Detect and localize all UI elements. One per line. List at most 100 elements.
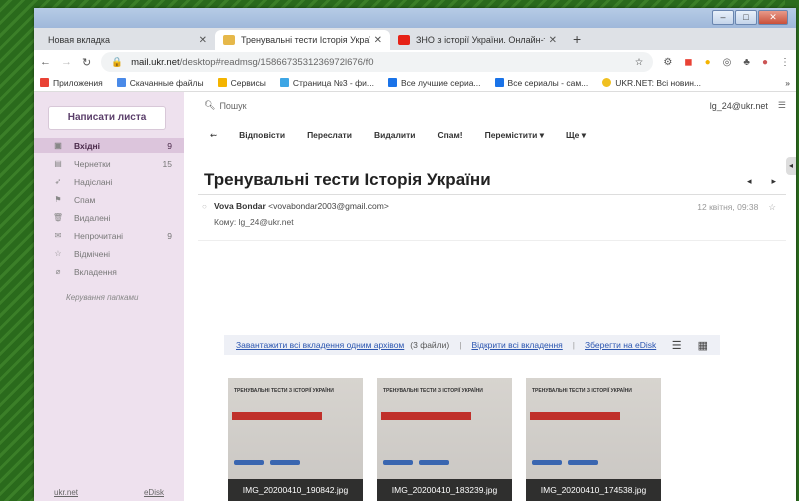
maximize-button[interactable]: □	[735, 10, 757, 25]
search-icon: 🔍︎	[204, 100, 216, 110]
folder-count: 9	[167, 230, 172, 241]
url-host: mail.ukr.net	[131, 56, 180, 68]
extension-icon[interactable]: ⚙	[663, 57, 672, 68]
folder-label: Видалені	[74, 212, 111, 223]
tab-youtube[interactable]: ЗНО з історії України. Онлайн-т ✕	[390, 30, 565, 50]
reload-icon[interactable]: ↻	[82, 56, 91, 69]
site-icon	[494, 78, 504, 87]
more-bookmarks-icon[interactable]: »	[785, 78, 790, 88]
unread-icon: ✉	[54, 231, 62, 240]
tab-new[interactable]: Новая вкладка ✕	[40, 30, 215, 50]
bookmark-label: Все сериалы - сам...	[507, 77, 589, 88]
sender-email: <vovabondar2003@gmail.com>	[268, 201, 389, 211]
new-tab-button[interactable]: +	[565, 30, 589, 50]
folder-inbox[interactable]: ▣ Вхідні 9	[34, 138, 184, 153]
tab-close-icon[interactable]: ✕	[199, 35, 207, 46]
message-date: 12 квітня, 09:38	[697, 202, 759, 212]
ukrnet-link[interactable]: ukr.net	[54, 488, 78, 497]
more-dropdown[interactable]: Ще ▾	[566, 130, 586, 141]
attachment-thumbnails: ТРЕНУВАЛЬНІ ТЕСТИ З ІСТОРІЇ УКРАЇНИ IMG_…	[228, 378, 661, 501]
tab-close-icon[interactable]: ✕	[374, 35, 382, 46]
minimize-button[interactable]: –	[712, 10, 734, 25]
folder-unread[interactable]: ✉ Непрочитані 9	[34, 228, 184, 243]
edisk-link[interactable]: eDisk	[144, 488, 164, 497]
tab-title: ЗНО з історії України. Онлайн-т	[416, 35, 545, 45]
user-email[interactable]: lg_24@ukr.net	[710, 101, 768, 111]
tab-mail[interactable]: Тренувальні тести Історія Украї ✕	[215, 30, 390, 50]
thumbnail-red-band	[232, 412, 322, 420]
extension-icon[interactable]: ●	[705, 57, 711, 68]
tab-close-icon[interactable]: ✕	[549, 35, 557, 46]
thumbnail-button-shape	[568, 460, 598, 465]
folder-label: Надіслані	[74, 176, 113, 187]
mail-sidebar: Написати листа ▣ Вхідні 9 ▤ Чернетки 15 ➶ Над…	[34, 92, 184, 501]
divider	[198, 194, 786, 195]
message-view: 🔍︎ Пошук lg_24@ukr.net ☰ ⇜ Відповісти Пе…	[184, 92, 796, 501]
download-all-link[interactable]: Завантажити всі вкладення одним архівом	[236, 340, 404, 350]
inbox-icon: ▣	[54, 141, 62, 150]
attachments-bar: Завантажити всі вкладення одним архівом …	[224, 335, 720, 355]
reply-button[interactable]: Відповісти	[239, 130, 285, 141]
browser-window: – □ ✕ Новая вкладка ✕ Тренувальні тести …	[34, 8, 796, 501]
attachment-thumbnail[interactable]: ТРЕНУВАЛЬНІ ТЕСТИ З ІСТОРІЇ УКРАЇНИ IMG_…	[228, 378, 363, 501]
trash-icon: 🗑	[52, 213, 64, 222]
folder-sent[interactable]: ➶ Надіслані	[34, 174, 184, 189]
attachment-icon: ⌀	[55, 267, 61, 276]
forward-button[interactable]: Переслати	[307, 130, 352, 141]
to-label: Кому:	[214, 217, 237, 227]
apps-icon	[40, 78, 49, 87]
download-icon	[116, 78, 126, 87]
back-arrow-icon[interactable]: ⇜	[210, 130, 217, 141]
next-message-icon[interactable]: ▸	[771, 176, 776, 187]
extension-icon[interactable]: ◎	[723, 57, 732, 68]
bookmark-item[interactable]: UKR.NET: Всі новин...	[602, 78, 701, 88]
folder-attachments[interactable]: ⌀ Вкладення	[34, 264, 184, 279]
grid-view-icon[interactable]: ▦	[698, 339, 708, 352]
bookmark-label: UKR.NET: Всі новин...	[615, 77, 701, 88]
side-panel-handle[interactable]: ◂	[786, 157, 796, 175]
previous-message-icon[interactable]: ◂	[747, 176, 752, 187]
bookmark-item[interactable]: Все лучшие сериа...	[387, 78, 481, 88]
bookmark-item[interactable]: Сервисы	[217, 77, 266, 88]
spam-icon: ⚑	[54, 195, 62, 204]
extension-icon[interactable]: ♣	[743, 57, 750, 68]
delete-button[interactable]: Видалити	[374, 130, 416, 141]
apps-icon	[217, 78, 227, 87]
bookmark-star-icon[interactable]: ☆	[635, 57, 644, 68]
list-view-icon[interactable]: ☰	[672, 339, 682, 352]
forward-icon[interactable]: →	[61, 56, 72, 68]
hamburger-menu-icon[interactable]: ☰	[778, 100, 786, 111]
folder-spam[interactable]: ⚑ Спам	[34, 192, 184, 207]
compose-button[interactable]: Написати листа	[48, 106, 166, 130]
sender[interactable]: Vova Bondar <vovabondar2003@gmail.com>	[214, 201, 389, 211]
avatar[interactable]: ●	[762, 57, 768, 68]
thumbnail-button-shape	[234, 460, 264, 465]
close-window-button[interactable]: ✕	[758, 10, 788, 25]
folder-count: 15	[162, 158, 172, 169]
spam-button[interactable]: Спам!	[437, 130, 462, 141]
folder-starred[interactable]: ☆ Відмічені	[34, 246, 184, 261]
folder-trash[interactable]: 🗑 Видалені	[34, 210, 184, 225]
back-icon[interactable]: ←	[40, 56, 51, 68]
bookmark-label: Сервисы	[230, 77, 266, 88]
site-icon	[387, 78, 397, 87]
attachment-thumbnail[interactable]: ТРЕНУВАЛЬНІ ТЕСТИ З ІСТОРІЇ УКРАЇНИ IMG_…	[377, 378, 512, 501]
move-dropdown[interactable]: Перемістити ▾	[485, 130, 544, 141]
manage-folders-link[interactable]: Керування папками	[66, 293, 184, 302]
save-edisk-link[interactable]: Зберегти на eDisk	[585, 340, 656, 350]
folder-drafts[interactable]: ▤ Чернетки 15	[34, 156, 184, 171]
mail-page: Написати листа ▣ Вхідні 9 ▤ Чернетки 15 ➶ Над…	[34, 92, 796, 501]
bookmark-item[interactable]: Страница №3 - фи...	[279, 78, 374, 88]
bookmark-item[interactable]: Приложения	[40, 78, 103, 88]
open-all-link[interactable]: Відкрити всі вкладення	[471, 340, 562, 350]
attachment-thumbnail[interactable]: ТРЕНУВАЛЬНІ ТЕСТИ З ІСТОРІЇ УКРАЇНИ IMG_…	[526, 378, 661, 501]
sidebar-footer: ukr.net eDisk	[54, 488, 164, 497]
bookmark-item[interactable]: Все сериалы - сам...	[494, 77, 589, 88]
search-input[interactable]: Пошук	[219, 101, 246, 111]
flag-star-icon[interactable]: ☆	[768, 202, 776, 213]
thumbnail-button-shape	[383, 460, 413, 465]
extension-icon[interactable]: ◼	[684, 57, 692, 68]
address-bar[interactable]: 🔒 mail.ukr.net /desktop#readmsg/15866735…	[101, 52, 654, 72]
menu-icon[interactable]: ⋮	[780, 57, 790, 68]
bookmark-item[interactable]: Скачанные файлы	[116, 78, 204, 88]
